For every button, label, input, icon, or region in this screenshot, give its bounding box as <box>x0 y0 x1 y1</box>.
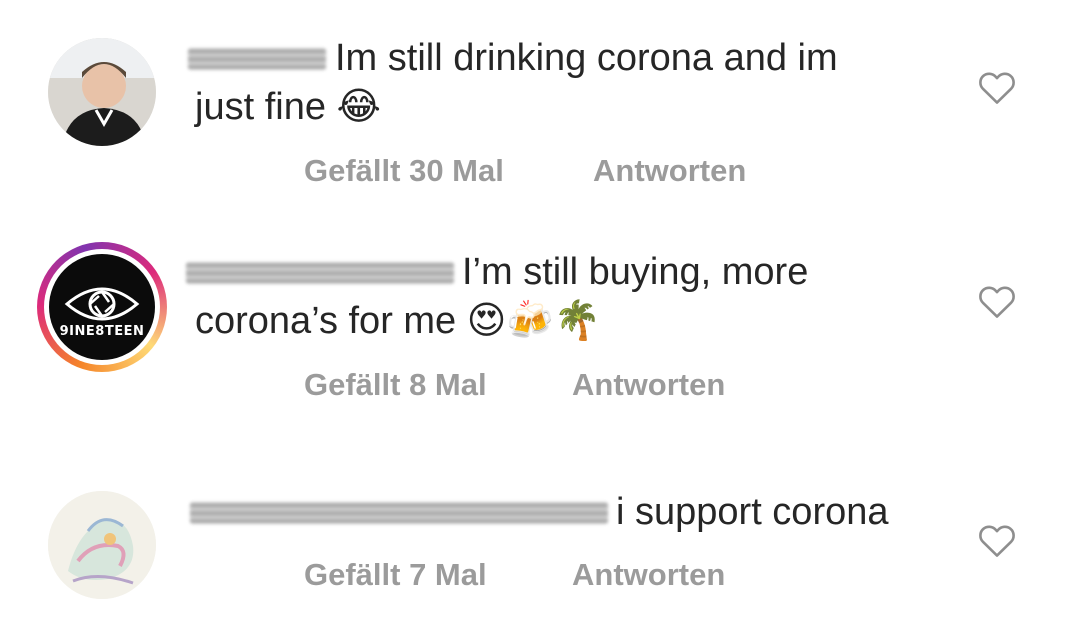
reply-button[interactable]: Antworten <box>572 367 725 403</box>
aperture-eye-icon <box>64 287 140 321</box>
username-blurred[interactable] <box>186 262 454 284</box>
user-avatar[interactable] <box>48 491 156 599</box>
comment-text-line1: Im still drinking corona and im <box>335 37 838 79</box>
comment-text-line1: I’m still buying, more <box>462 251 809 293</box>
reply-button[interactable]: Antworten <box>593 153 746 189</box>
user-avatar[interactable] <box>48 38 156 146</box>
brand-logo-text: 9INE8TEEN <box>59 324 145 339</box>
username-blurred[interactable] <box>188 48 326 70</box>
comment-text-line2: corona’s for me 😍🍻🌴 <box>195 300 601 342</box>
heart-outline-icon[interactable] <box>977 522 1017 558</box>
likes-count[interactable]: Gefällt 30 Mal <box>304 153 504 189</box>
reply-button[interactable]: Antworten <box>572 557 725 593</box>
likes-count[interactable]: Gefällt 8 Mal <box>304 367 487 403</box>
username-blurred[interactable] <box>190 502 608 524</box>
avatar-illustration <box>48 491 156 599</box>
comment-text-line2: just fine 😂 <box>195 86 381 128</box>
heart-outline-icon[interactable] <box>977 69 1017 105</box>
avatar-photo <box>48 38 156 146</box>
brand-logo: 9INE8TEEN <box>49 254 155 360</box>
user-avatar-story-ring[interactable]: 9INE8TEEN <box>37 242 167 372</box>
heart-outline-icon[interactable] <box>977 283 1017 319</box>
comment-text-line1: i support corona <box>616 491 889 533</box>
likes-count[interactable]: Gefällt 7 Mal <box>304 557 487 593</box>
